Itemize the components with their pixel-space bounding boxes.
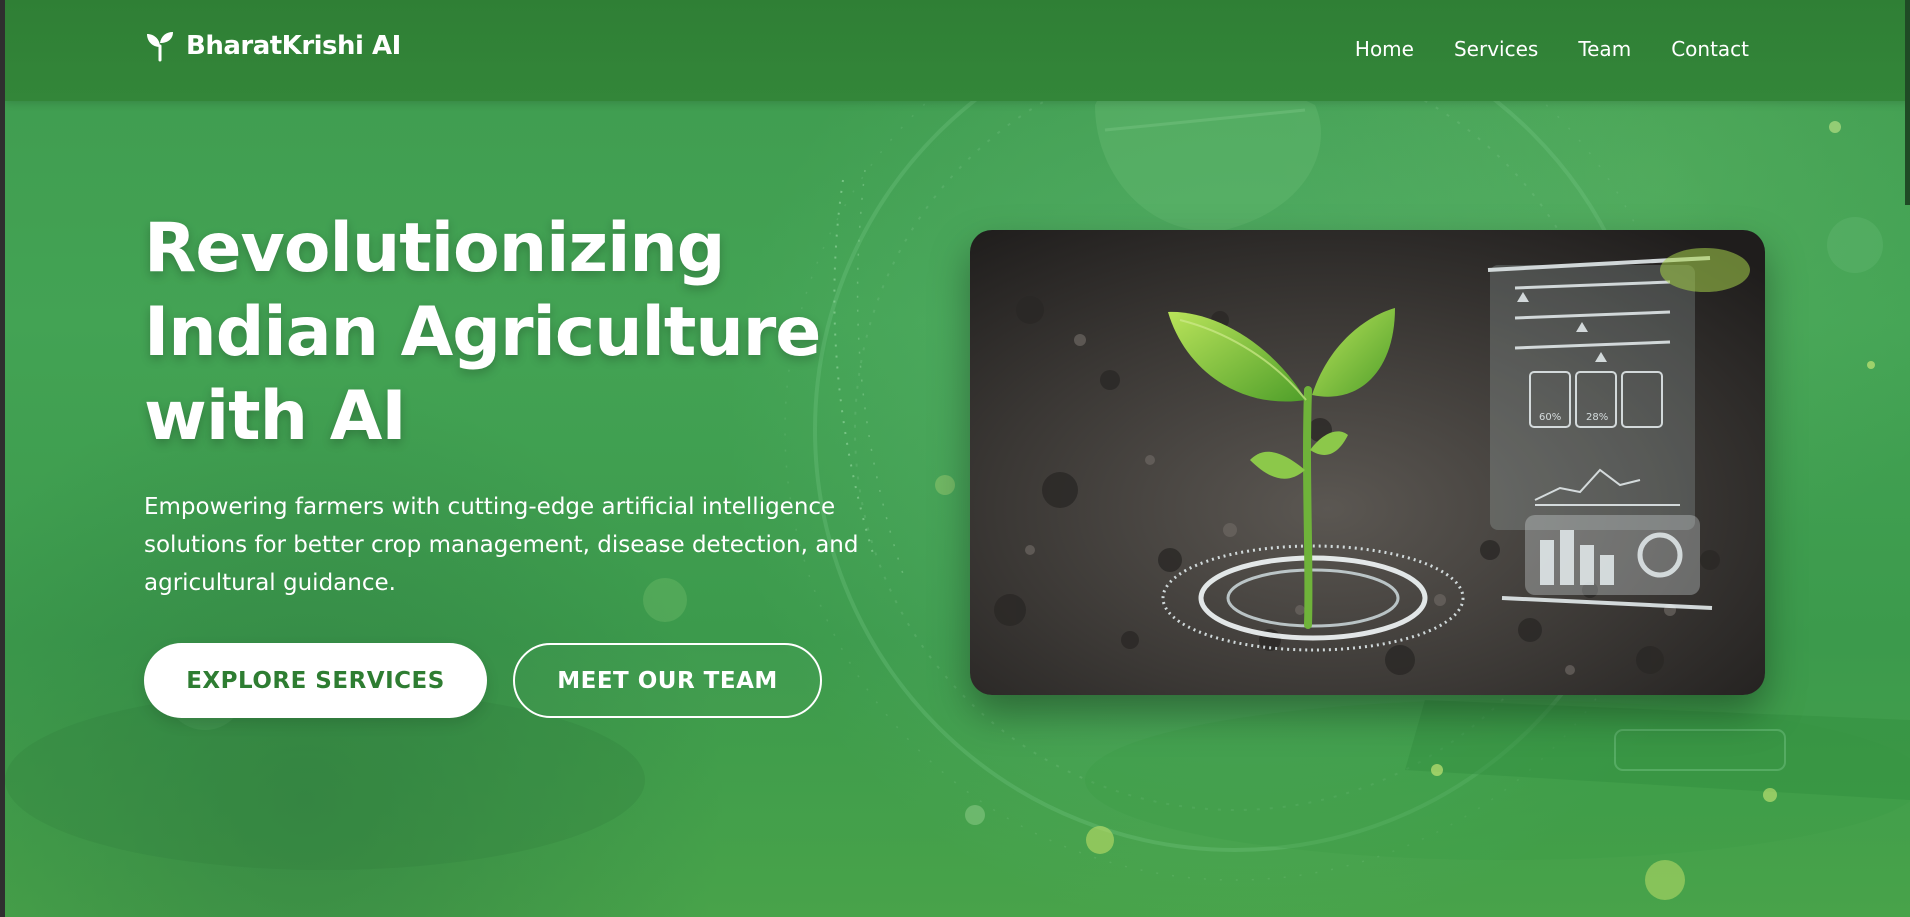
hero-headline-line-3: with AI (144, 377, 407, 456)
scrollbar-thumb[interactable] (1905, 0, 1910, 205)
explore-services-button[interactable]: EXPLORE SERVICES (144, 643, 487, 718)
seedling-illustration: 60% 28% (970, 230, 1765, 695)
hero-headline-line-2: Indian Agriculture (144, 293, 821, 372)
panel-readout-1: 60% (1539, 412, 1561, 423)
hero-subtitle-line-1: Empowering farmers with cutting-edge art… (144, 494, 836, 520)
nav-link-home[interactable]: Home (1355, 37, 1414, 61)
top-navbar: BharatKrishi AI Home Services Team Conta… (5, 0, 1910, 101)
page: BharatKrishi AI Home Services Team Conta… (0, 0, 1910, 917)
hero-subtitle: Empowering farmers with cutting-edge art… (144, 488, 914, 602)
hero-headline: Revolutionizing Indian Agriculture with … (144, 207, 904, 459)
nav-link-team[interactable]: Team (1578, 37, 1631, 61)
meet-our-team-button[interactable]: MEET OUR TEAM (513, 643, 822, 718)
hero-image: 60% 28% (970, 230, 1765, 695)
hero-section: BharatKrishi AI Home Services Team Conta… (5, 0, 1910, 917)
sprout-icon (144, 30, 176, 62)
hero-subtitle-line-3: agricultural guidance. (144, 570, 396, 596)
nav-link-contact[interactable]: Contact (1671, 37, 1749, 61)
hero-subtitle-line-2: solutions for better crop management, di… (144, 532, 859, 558)
brand-logo[interactable]: BharatKrishi AI (144, 30, 401, 62)
panel-readout-2: 28% (1586, 412, 1608, 423)
brand-name: BharatKrishi AI (186, 31, 401, 61)
nav-link-services[interactable]: Services (1454, 37, 1538, 61)
main-nav: Home Services Team Contact (1355, 37, 1749, 61)
hero-headline-line-1: Revolutionizing (144, 209, 725, 288)
